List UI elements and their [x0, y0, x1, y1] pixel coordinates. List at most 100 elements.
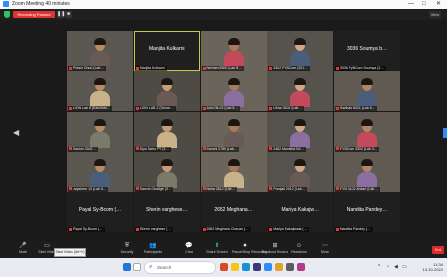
more-button[interactable]: ⋯ More	[312, 243, 338, 257]
participant-name-label: 2482 Manisha Ka…	[273, 146, 304, 151]
toolbar-label: Chat	[185, 250, 193, 254]
participant-tile[interactable]: Pritam Dhuri (Lab…	[67, 31, 133, 71]
participant-tile[interactable]: 2482 Manisha Ka…	[267, 111, 334, 152]
participant-name-label: LION LAB 2 (Deore…	[139, 106, 174, 111]
store-icon[interactable]	[253, 263, 261, 271]
participant-name-tag: Abhi 08-02 (Lab 5…	[201, 106, 240, 112]
participant-tile[interactable]: Sanchi 2789 (Lab…	[200, 111, 267, 152]
participant-name-tag: Neha 2812 (Lab…	[201, 186, 238, 192]
participant-name-tag: Pranjali 2012 (Lab…	[268, 186, 308, 192]
participant-tile[interactable]: Neelam 8300 (Lab 8…	[200, 31, 267, 71]
file-explorer-icon[interactable]	[231, 263, 239, 271]
pause-stop-recording-button[interactable]: ⏺ Pause/Stop Recording	[232, 243, 267, 257]
reactions-button[interactable]: ☺ Reactions	[286, 243, 312, 257]
participant-video-feed	[290, 78, 311, 108]
muted-mic-icon	[269, 227, 273, 231]
mute-button[interactable]: 🎤 Mute	[10, 243, 36, 257]
participant-tile[interactable]: Nandita Pandey… Nandita Pandey (…	[334, 192, 400, 232]
security-button[interactable]: ⛨ Security	[114, 243, 140, 257]
participant-video-feed	[290, 38, 311, 67]
participant-name-tag: FYB 3102 Ansari (Lab…	[335, 186, 380, 192]
participant-tile[interactable]: Neha 2812 (Lab…	[200, 151, 267, 192]
toolbar-label: Security	[120, 250, 134, 254]
participant-tile[interactable]: Ubha 3302 (Lab…	[267, 71, 334, 112]
breakout-rooms-button[interactable]: ⊞ Breakout Rooms	[262, 243, 288, 257]
maximize-button[interactable]: □	[422, 0, 426, 9]
participant-name-label: Mariya Kakajiwala (…	[273, 227, 308, 231]
participant-tile[interactable]: LION LAB 2 (Deore…	[133, 71, 200, 112]
participant-video-feed	[90, 38, 110, 67]
participant-tile[interactable]: Sachin 3302…	[67, 111, 133, 152]
muted-mic-icon	[202, 227, 206, 231]
volume-icon[interactable]: ◀	[394, 264, 398, 270]
view-button[interactable]: View	[429, 11, 441, 18]
clock-date: 13-10-2022	[422, 267, 443, 272]
window-titlebar: Zoom Meeting 40 minutes — □ ✕	[0, 0, 447, 9]
participant-tile[interactable]: Manjita Kulkarni Manjita Kulkarni	[133, 31, 200, 71]
muted-mic-icon	[135, 147, 139, 151]
wifi-icon[interactable]: ◔	[386, 264, 389, 270]
chat-bubble-icon: 💬	[185, 243, 193, 249]
participant-tile[interactable]: Pranjali 2012 (Lab…	[267, 151, 334, 192]
muted-mic-icon	[135, 187, 139, 191]
participant-tile[interactable]: FYB 3102 Ansari (Lab…	[334, 151, 400, 192]
muted-mic-icon	[202, 66, 206, 70]
participant-tile[interactable]: Sanchi Ghadge (3…	[133, 151, 200, 192]
muted-mic-icon	[269, 106, 273, 110]
participant-tile[interactable]: FYBCom 3302 (Lab 3…	[334, 111, 400, 152]
taskbar-search-box[interactable]: ⌕ Search	[144, 261, 216, 274]
participant-tile[interactable]: Jayshree 12 (Lab 5…	[67, 151, 133, 192]
close-button[interactable]: ✕	[436, 0, 441, 9]
edge-browser-icon[interactable]	[242, 263, 250, 271]
participant-video-feed	[156, 118, 177, 148]
previous-page-arrow-icon[interactable]: ◀	[13, 128, 19, 138]
participant-display-name: Manjita Kulkarni	[148, 46, 185, 52]
participant-video-feed	[156, 158, 177, 188]
task-view-icon[interactable]	[133, 263, 141, 271]
participant-video-feed	[290, 118, 311, 148]
settings-gear-icon[interactable]	[286, 263, 294, 271]
participant-tile[interactable]: Sarthak 8031 (Lab 8…	[334, 71, 400, 112]
participant-name-label: Nandita Pandey (…	[340, 227, 371, 231]
end-meeting-button[interactable]: End	[432, 246, 444, 254]
participant-video-feed	[223, 118, 244, 148]
participant-video-feed	[156, 78, 177, 108]
pinned-app-icon[interactable]	[297, 263, 305, 271]
participant-tile[interactable]: Abhi 08-02 (Lab 5…	[200, 71, 267, 112]
participant-video-feed	[90, 78, 110, 108]
encryption-shield-icon[interactable]	[4, 11, 10, 18]
next-page-arrow-icon[interactable]	[443, 128, 447, 138]
participant-video-feed	[357, 118, 377, 148]
participant-name-tag: Mariya Kakajiwala (…	[268, 227, 310, 232]
resume-recording-button[interactable]: ❚❚	[57, 11, 65, 18]
participant-display-name: Nandita Pandey…	[346, 207, 388, 213]
zoom-taskbar-icon[interactable]	[264, 263, 272, 271]
office-app-icon[interactable]	[220, 263, 228, 271]
participant-tile[interactable]: 3036 Soumya b… 3036 FyBCom Soumya (2…	[334, 31, 400, 71]
windows-start-icon[interactable]	[123, 263, 131, 271]
participant-name-tag: Sarthak 8031 (Lab 8…	[335, 106, 378, 112]
participant-tile[interactable]: 2652 Meghana… 2652 Meghana Chavan (…	[200, 192, 267, 232]
participant-tile[interactable]: 3302 FYBCom (201…	[267, 31, 334, 71]
participant-name-tag: Sanchi Ghadge (3…	[134, 186, 174, 192]
battery-icon[interactable]: ▭	[402, 264, 407, 270]
share-screen-button[interactable]: ⬆ Share Screen	[204, 243, 230, 257]
participant-display-name: Mariya Kakajw…	[281, 207, 319, 213]
participant-tile[interactable]: LION Lab 6 (Kanchan…	[67, 71, 133, 112]
participant-tile[interactable]: Diya Sahu FY (3…	[133, 111, 200, 152]
participant-tile[interactable]: Payal Sy-Bcom (… Payal Sy-Bcom (…	[67, 192, 133, 232]
taskbar-clock[interactable]: 11:34 13-10-2022	[423, 262, 443, 272]
participant-name-label: Jayshree 12 (Lab 5…	[73, 186, 107, 191]
participant-video-feed	[357, 78, 377, 108]
muted-mic-icon	[135, 66, 139, 70]
participant-tile[interactable]: Sherin varghese… Sherin varghese (…	[133, 192, 200, 232]
participant-name-tag: Manjita Kulkarni	[134, 66, 167, 71]
participants-button[interactable]: 👥 Participants	[140, 243, 166, 257]
participant-video-feed	[357, 158, 377, 188]
chat-button[interactable]: 💬 Chat	[176, 243, 202, 257]
tray-chevron-icon[interactable]: ^	[378, 264, 380, 270]
participant-tile[interactable]: Mariya Kakajw… Mariya Kakajiwala (…	[267, 192, 334, 232]
chrome-browser-icon[interactable]	[275, 263, 283, 271]
stop-recording-button[interactable]: ■	[65, 11, 72, 18]
minimize-button[interactable]: —	[408, 0, 414, 9]
